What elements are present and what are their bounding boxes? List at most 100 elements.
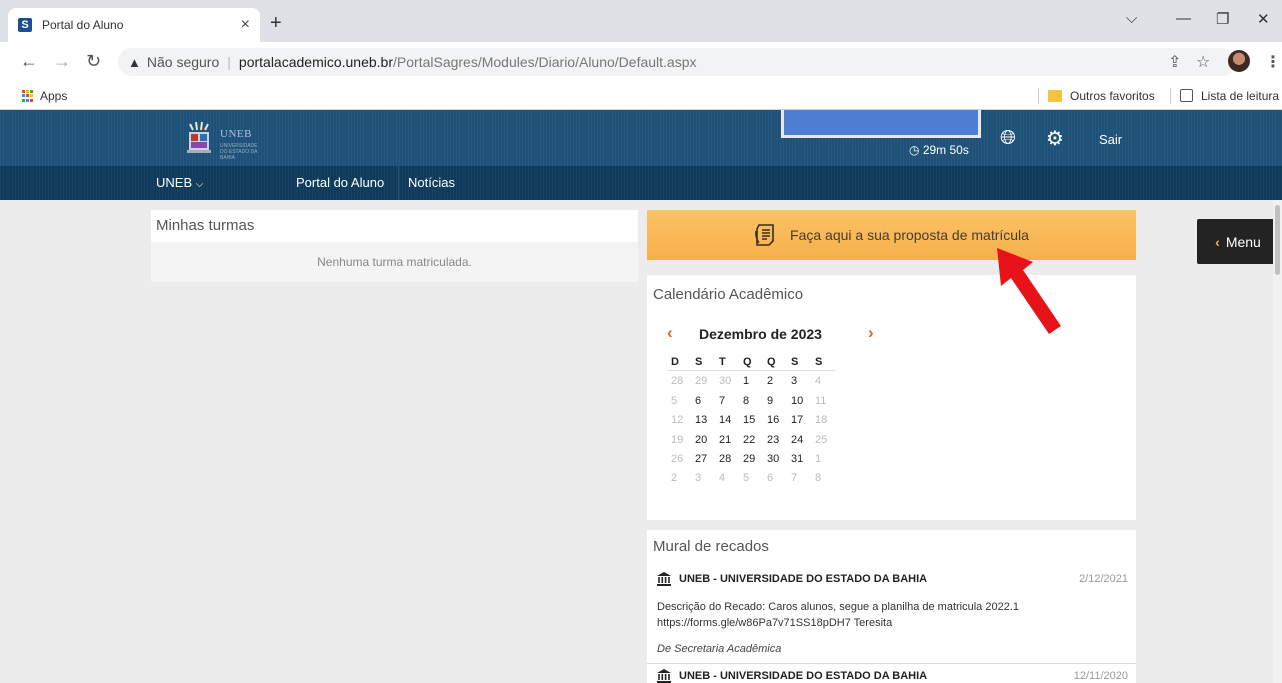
url-separator: | bbox=[227, 54, 231, 70]
message-from: De Secretaria Acadêmica bbox=[657, 643, 782, 655]
calendar-day[interactable]: 10 bbox=[787, 392, 811, 410]
calendar-day[interactable]: 1 bbox=[739, 372, 763, 390]
calendar-day[interactable]: 13 bbox=[691, 411, 715, 429]
bookmark-other-favorites[interactable]: Outros favoritos bbox=[1070, 89, 1155, 103]
browser-tab[interactable]: S Portal do Aluno × bbox=[8, 8, 260, 42]
logout-link[interactable]: Sair bbox=[1099, 132, 1122, 147]
restore-icon[interactable]: ❐ bbox=[1216, 10, 1229, 28]
calendar-day[interactable]: 26 bbox=[667, 450, 691, 468]
back-arrow-icon[interactable]: ← bbox=[20, 51, 38, 72]
calendar-day[interactable]: 4 bbox=[715, 469, 739, 487]
tab-close-icon[interactable]: × bbox=[241, 16, 250, 34]
bookmark-divider bbox=[1170, 88, 1171, 104]
calendar-day[interactable]: 4 bbox=[811, 372, 835, 390]
calendar-weekday: S bbox=[787, 353, 811, 372]
calendar-day[interactable]: 7 bbox=[787, 469, 811, 487]
calendar-day[interactable]: 25 bbox=[811, 431, 835, 449]
calendar-day[interactable]: 23 bbox=[763, 431, 787, 449]
nav-uneb-dropdown[interactable]: UNEB ⌵ bbox=[156, 175, 203, 190]
clock-icon: ◷ bbox=[909, 143, 920, 157]
gear-icon[interactable]: ⚙ bbox=[1046, 126, 1064, 151]
calendar-day[interactable]: 29 bbox=[739, 450, 763, 468]
calendar-day[interactable]: 19 bbox=[667, 431, 691, 449]
reading-list-icon[interactable] bbox=[1180, 89, 1193, 102]
document-list-icon bbox=[755, 224, 774, 246]
bookmark-reading-list[interactable]: Lista de leitura bbox=[1201, 89, 1279, 103]
calendar-day[interactable]: 2 bbox=[763, 372, 787, 390]
message-body-link[interactable]: https://forms.gle/w86Pa7v71SS18pDH7 Tere… bbox=[657, 615, 1077, 631]
message-sender: UNEB - UNIVERSIDADE DO ESTADO DA BAHIA bbox=[679, 670, 928, 682]
calendar-day[interactable]: 3 bbox=[787, 372, 811, 390]
calendar-day[interactable]: 1 bbox=[811, 450, 835, 468]
calendar-day[interactable]: 11 bbox=[811, 392, 835, 410]
window-close-icon[interactable]: ✕ bbox=[1257, 10, 1270, 28]
bookmarks-bar: Apps Outros favoritos Lista de leitura bbox=[0, 82, 1282, 110]
message-sender: UNEB - UNIVERSIDADE DO ESTADO DA BAHIA bbox=[679, 573, 928, 585]
calendar-day[interactable]: 30 bbox=[715, 372, 739, 390]
calendar-day[interactable]: 24 bbox=[787, 431, 811, 449]
calendar-day[interactable]: 27 bbox=[691, 450, 715, 468]
nav-portal-do-aluno[interactable]: Portal do Aluno bbox=[296, 175, 384, 190]
url-host: portalacademico.uneb.br bbox=[238, 54, 394, 70]
warning-triangle-icon[interactable]: ▲ bbox=[128, 55, 141, 70]
calendar-next-month-button[interactable]: › bbox=[868, 323, 874, 343]
message-divider bbox=[647, 663, 1136, 664]
calendar-day[interactable]: 12 bbox=[667, 411, 691, 429]
bookmark-star-icon[interactable]: ☆ bbox=[1196, 52, 1210, 72]
uneb-logo-icon[interactable] bbox=[184, 120, 214, 156]
share-icon[interactable]: ⇪ bbox=[1168, 52, 1181, 72]
calendar-day[interactable]: 21 bbox=[715, 431, 739, 449]
enrollment-proposal-label: Faça aqui a sua proposta de matrícula bbox=[790, 227, 1029, 243]
calendar-day[interactable]: 8 bbox=[811, 469, 835, 487]
my-classes-title: Minhas turmas bbox=[156, 217, 255, 234]
side-menu-button[interactable]: ‹ Menu bbox=[1197, 219, 1279, 264]
calendar-day[interactable]: 16 bbox=[763, 411, 787, 429]
address-bar[interactable]: ▲ Não seguro | portalacademico.uneb.br/P… bbox=[118, 48, 1236, 76]
calendar-day[interactable]: 20 bbox=[691, 431, 715, 449]
calendar-day[interactable]: 5 bbox=[667, 392, 691, 410]
calendar-day[interactable]: 28 bbox=[715, 450, 739, 468]
calendar-day[interactable]: 30 bbox=[763, 450, 787, 468]
session-timer-value: 29m 50s bbox=[922, 143, 969, 157]
message-header[interactable]: UNEB - UNIVERSIDADE DO ESTADO DA BAHIA 1… bbox=[647, 668, 1136, 683]
calendar-day[interactable]: 18 bbox=[811, 411, 835, 429]
insecure-label[interactable]: Não seguro bbox=[147, 54, 219, 70]
forward-arrow-icon[interactable]: → bbox=[53, 51, 71, 72]
tab-search-chevron-icon[interactable]: ⌵ bbox=[1126, 10, 1137, 27]
message-header[interactable]: UNEB - UNIVERSIDADE DO ESTADO DA BAHIA 2… bbox=[647, 571, 1136, 591]
bookmark-apps[interactable]: Apps bbox=[40, 89, 67, 103]
calendar-day[interactable]: 6 bbox=[763, 469, 787, 487]
calendar-day[interactable]: 22 bbox=[739, 431, 763, 449]
chevron-left-icon: ‹ bbox=[1215, 233, 1220, 250]
minimize-icon[interactable]: — bbox=[1176, 10, 1191, 27]
page-scrollbar-thumb[interactable] bbox=[1275, 205, 1280, 275]
calendar-weekday: S bbox=[811, 353, 835, 372]
new-tab-button[interactable]: + bbox=[270, 12, 282, 35]
calendar-day[interactable]: 31 bbox=[787, 450, 811, 468]
profile-avatar[interactable] bbox=[1228, 50, 1250, 72]
calendar-day[interactable]: 15 bbox=[739, 411, 763, 429]
reload-icon[interactable]: ↻ bbox=[86, 51, 101, 72]
calendar-day[interactable]: 7 bbox=[715, 392, 739, 410]
globe-icon[interactable]: 🌐︎ bbox=[1000, 127, 1016, 150]
site-header: UNEB UNIVERSIDADE DO ESTADO DA BAHIA bbox=[0, 110, 1282, 166]
nav-noticias[interactable]: Notícias bbox=[408, 175, 455, 190]
browser-menu-dots-icon[interactable]: ⋮ bbox=[1265, 52, 1281, 72]
calendar-weekday: Q bbox=[763, 353, 787, 372]
calendar-day[interactable]: 9 bbox=[763, 392, 787, 410]
folder-icon[interactable] bbox=[1048, 90, 1062, 102]
calendar-day[interactable]: 5 bbox=[739, 469, 763, 487]
apps-grid-icon[interactable] bbox=[22, 90, 34, 102]
calendar-day[interactable]: 29 bbox=[691, 372, 715, 390]
institution-building-icon bbox=[657, 669, 671, 683]
browser-tabstrip: S Portal do Aluno × + ⌵ — ❐ ✕ bbox=[0, 0, 1282, 42]
calendar-day[interactable]: 2 bbox=[667, 469, 691, 487]
calendar-day[interactable]: 14 bbox=[715, 411, 739, 429]
calendar-day[interactable]: 28 bbox=[667, 372, 691, 390]
side-menu-label: Menu bbox=[1225, 233, 1261, 250]
calendar-prev-month-button[interactable]: ‹ bbox=[667, 323, 673, 343]
calendar-day[interactable]: 3 bbox=[691, 469, 715, 487]
calendar-day[interactable]: 6 bbox=[691, 392, 715, 410]
calendar-day[interactable]: 8 bbox=[739, 392, 763, 410]
calendar-day[interactable]: 17 bbox=[787, 411, 811, 429]
